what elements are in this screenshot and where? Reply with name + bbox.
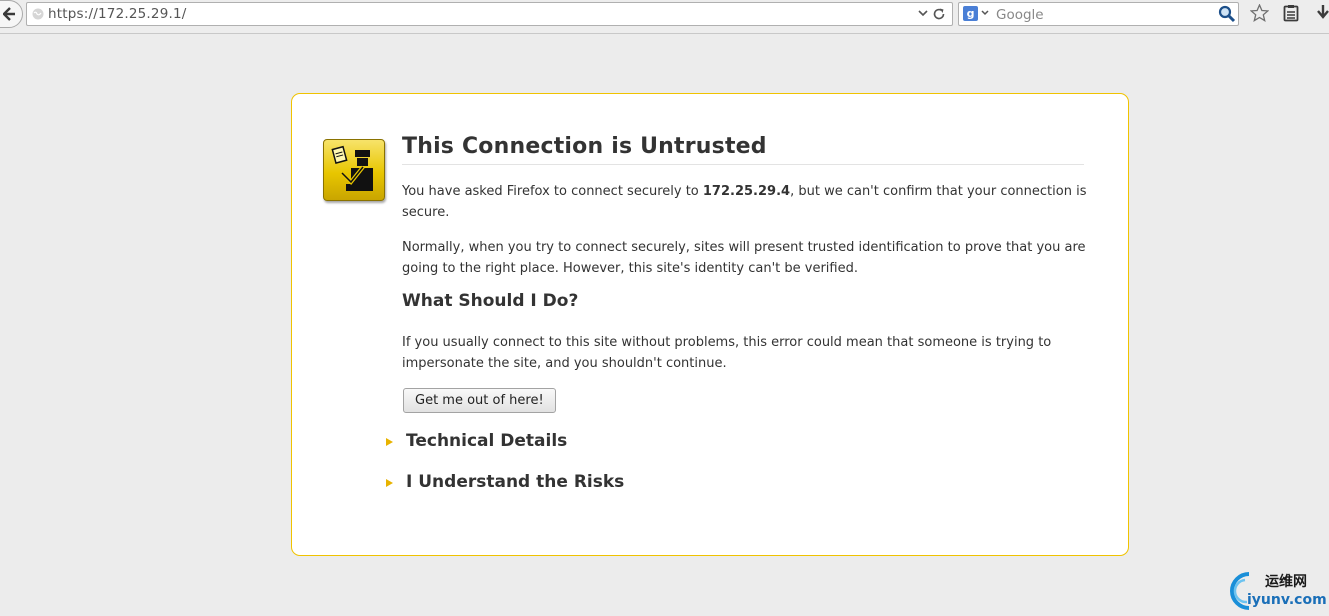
- explanation-paragraph: Normally, when you try to connect secure…: [402, 240, 1086, 276]
- site-watermark: 运维网 iyunv.com: [1225, 568, 1327, 612]
- search-button[interactable]: [1216, 3, 1238, 25]
- understand-risks-label[interactable]: I Understand the Risks: [406, 472, 624, 492]
- url-bar[interactable]: https://172.25.29.1/: [26, 2, 953, 26]
- watermark-domain-text: iyunv.com: [1247, 592, 1327, 608]
- watermark-cn-text: 运维网: [1265, 573, 1307, 590]
- get-me-out-button[interactable]: Get me out of here!: [403, 388, 556, 413]
- expand-triangle-icon: [386, 479, 393, 487]
- intro-paragraph: You have asked Firefox to connect secure…: [402, 182, 1092, 223]
- advice-paragraph: If you usually connect to this site with…: [402, 335, 1052, 371]
- globe-icon: [32, 8, 44, 20]
- star-icon[interactable]: [1250, 4, 1269, 22]
- search-input[interactable]: Google: [996, 7, 1044, 23]
- chevron-down-icon[interactable]: [918, 10, 928, 17]
- expand-triangle-icon: [386, 438, 393, 446]
- clipboard-icon[interactable]: [1283, 4, 1299, 22]
- download-arrow-icon[interactable]: [1317, 4, 1329, 22]
- navigation-toolbar: https://172.25.29.1/ g Google: [0, 0, 1329, 34]
- search-engine-button[interactable]: g: [963, 6, 978, 21]
- host-address: 172.25.29.4: [702, 184, 791, 199]
- watermark-logo: 运维网 iyunv.com: [1230, 572, 1327, 610]
- error-page-container: This Connection is Untrusted You have as…: [291, 93, 1129, 556]
- search-bar[interactable]: g Google: [958, 2, 1239, 26]
- magnifier-icon: [1218, 5, 1236, 23]
- officer-certificate-icon: [323, 139, 385, 201]
- page-title: This Connection is Untrusted: [402, 134, 1084, 165]
- chevron-down-icon[interactable]: [981, 10, 989, 16]
- url-text[interactable]: https://172.25.29.1/: [48, 6, 187, 22]
- reload-icon[interactable]: [932, 7, 946, 21]
- technical-details-label[interactable]: Technical Details: [406, 431, 567, 451]
- what-to-do-heading: What Should I Do?: [402, 291, 579, 311]
- back-arrow-icon: [3, 7, 15, 21]
- back-button[interactable]: [0, 0, 23, 28]
- intro-text: You have asked Firefox to connect secure…: [402, 184, 703, 199]
